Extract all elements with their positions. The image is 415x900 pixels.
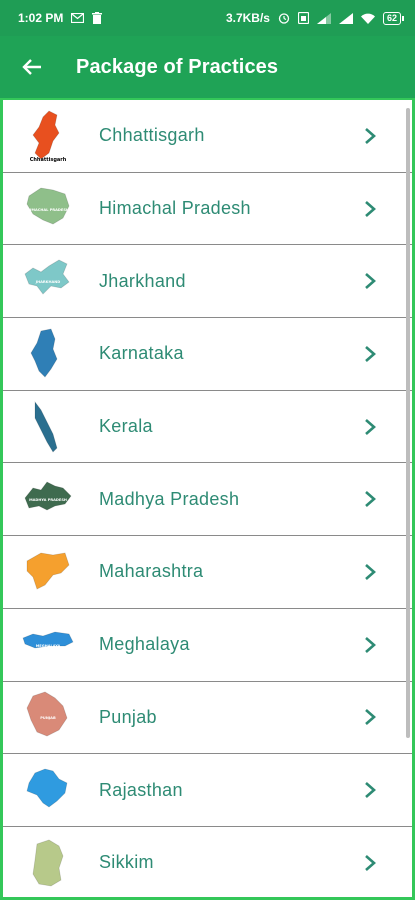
list-item[interactable]: Maharashtra xyxy=(3,536,412,609)
state-name: Madhya Pradesh xyxy=(99,488,240,509)
state-map-image: Chhattisgarh xyxy=(19,107,77,165)
state-name: Maharashtra xyxy=(99,561,204,582)
list-item[interactable]: MEGHALAYA Meghalaya xyxy=(3,608,412,682)
list-item[interactable]: Chhattisgarh Chhattisgarh xyxy=(3,100,412,173)
state-name: Karnataka xyxy=(99,343,184,364)
signal-icon xyxy=(316,12,331,24)
gmail-icon xyxy=(71,13,85,23)
sim-icon xyxy=(297,12,309,24)
battery-indicator: 62 xyxy=(382,11,405,25)
state-map-image xyxy=(19,543,77,601)
list-item[interactable]: HIMACHAL PRADESH Himachal Pradesh xyxy=(3,172,412,246)
scrollbar[interactable] xyxy=(406,108,410,738)
state-map-image: JHARKHAND xyxy=(19,252,77,310)
state-name: Meghalaya xyxy=(99,634,190,655)
state-name: Rajasthan xyxy=(99,779,183,800)
chevron-right-icon xyxy=(358,487,382,511)
svg-text:JHARKHAND: JHARKHAND xyxy=(35,280,60,284)
state-name: Kerala xyxy=(99,416,153,437)
svg-text:PUNJAB: PUNJAB xyxy=(40,716,56,720)
wifi-icon xyxy=(360,13,375,24)
state-name: Punjab xyxy=(99,706,157,727)
state-name: Jharkhand xyxy=(99,270,186,291)
app-bar: Package of Practices xyxy=(0,36,415,98)
list-item[interactable]: PUNJAB Punjab xyxy=(3,681,412,755)
chevron-right-icon xyxy=(358,124,382,148)
state-map-image: MEGHALAYA xyxy=(19,616,77,674)
signal-2-icon xyxy=(338,12,353,24)
state-name: Himachal Pradesh xyxy=(99,198,251,219)
state-map-image: MADHYA PRADESH xyxy=(19,470,77,528)
chevron-right-icon xyxy=(358,415,382,439)
status-bar: 1:02 PM 3.7KB/s 62 xyxy=(0,0,415,36)
clock: 1:02 PM xyxy=(18,11,64,25)
list-item[interactable]: Rajasthan xyxy=(3,754,412,827)
chevron-right-icon xyxy=(358,633,382,657)
delete-icon xyxy=(92,12,103,24)
chevron-right-icon xyxy=(358,342,382,366)
svg-text:Chhattisgarh: Chhattisgarh xyxy=(30,157,67,163)
network-speed: 3.7KB/s xyxy=(225,11,270,25)
list-item[interactable]: JHARKHAND Jharkhand xyxy=(3,245,412,319)
svg-text:MEGHALAYA: MEGHALAYA xyxy=(36,644,61,648)
state-map-image xyxy=(19,761,77,819)
chevron-right-icon xyxy=(358,269,382,293)
state-map-image: HIMACHAL PRADESH xyxy=(19,180,77,238)
state-map-image xyxy=(19,398,77,456)
state-name: Sikkim xyxy=(99,852,154,873)
chevron-right-icon xyxy=(358,778,382,802)
list-item[interactable]: Kerala xyxy=(3,390,412,464)
page-title: Package of Practices xyxy=(76,55,279,78)
list-item[interactable]: MADHYA PRADESH Madhya Pradesh xyxy=(3,463,412,537)
svg-text:MADHYA PRADESH: MADHYA PRADESH xyxy=(29,498,67,502)
chevron-right-icon xyxy=(358,705,382,729)
list-item[interactable]: Karnataka xyxy=(3,318,412,391)
back-button[interactable] xyxy=(18,53,46,81)
alarm-icon xyxy=(278,12,290,24)
state-name: Chhattisgarh xyxy=(99,125,205,146)
state-map-image xyxy=(19,325,77,383)
list-item[interactable]: Sikkim xyxy=(3,826,412,897)
chevron-right-icon xyxy=(358,851,382,875)
chevron-right-icon xyxy=(358,560,382,584)
state-map-image: PUNJAB xyxy=(19,688,77,746)
arrow-left-icon xyxy=(22,59,41,75)
state-map-image xyxy=(19,834,77,892)
state-list[interactable]: Chhattisgarh Chhattisgarh HIMACHAL PRADESH… xyxy=(0,98,415,900)
chevron-right-icon xyxy=(358,197,382,221)
svg-text:HIMACHAL PRADESH: HIMACHAL PRADESH xyxy=(27,208,69,212)
